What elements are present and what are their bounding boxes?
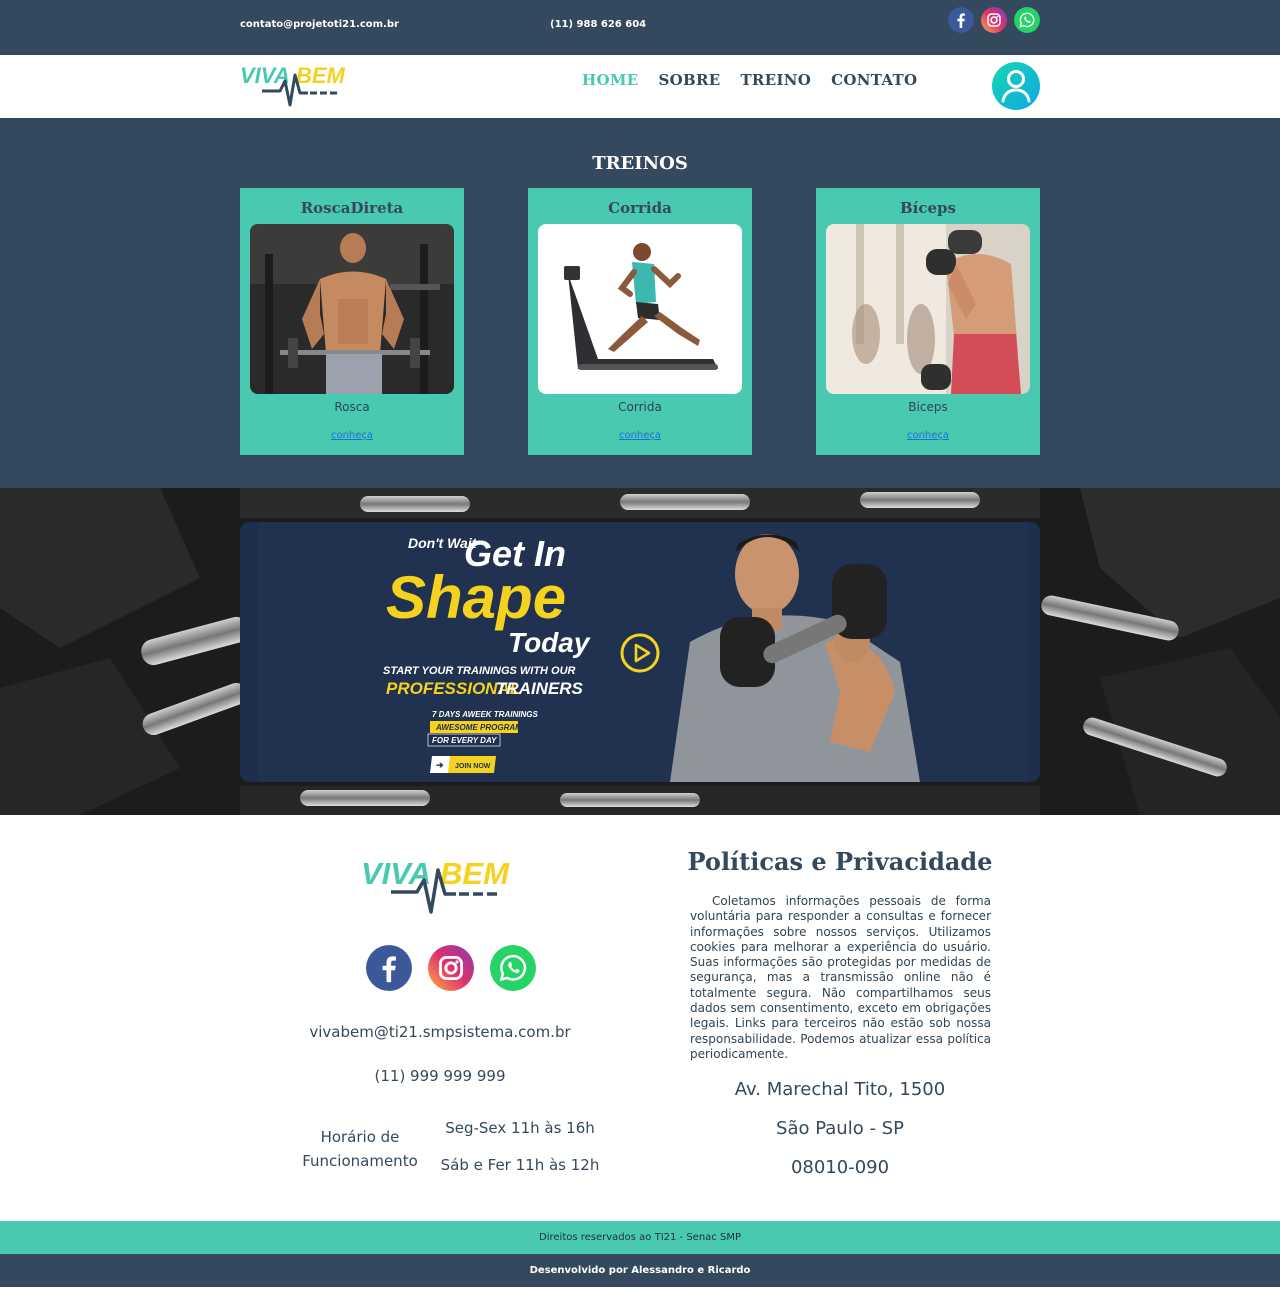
main-nav: HOME SOBRE TREINO CONTATO	[582, 71, 917, 89]
footer-logo[interactable]: VIVA BEM	[361, 852, 517, 918]
card-link[interactable]: conheça	[528, 430, 752, 441]
address-city: São Paulo - SP	[776, 1118, 904, 1139]
treinos-title: TREINOS	[592, 153, 688, 174]
logo-text-bem: BEM	[440, 856, 510, 891]
nav-contato[interactable]: CONTATO	[831, 71, 917, 89]
corrida-image	[538, 224, 742, 394]
treino-card-corrida[interactable]: Corrida Corrida conheça	[528, 188, 752, 455]
hours-weekend: Sáb e Fer 11h às 12h	[440, 1156, 600, 1174]
address-street: Av. Marechal Tito, 1500	[734, 1079, 946, 1100]
top-bar: contato@projetoti21.com.br (11) 988 626 …	[0, 0, 1280, 55]
facebook-icon[interactable]	[948, 7, 974, 33]
contact-phone: (11) 988 626 604	[550, 19, 647, 30]
policy-title: Políticas e Privacidade	[687, 847, 993, 876]
logo-text-bem: BEM	[296, 63, 346, 88]
card-caption: Biceps	[908, 400, 948, 414]
svg-text:➔: ➔	[436, 760, 444, 770]
treino-card-rosca[interactable]: RoscaDireta Rosca conheça	[240, 188, 464, 455]
promo-tag3: FOR EVERY DAY	[432, 736, 497, 745]
nav-sobre[interactable]: SOBRE	[658, 71, 720, 89]
footer-social-links	[366, 945, 536, 991]
copyright-bar: Direitos reservados ao TI21 - Senac SMP	[0, 1221, 1280, 1254]
promo-shape: Shape	[386, 564, 566, 631]
nav-treino[interactable]: TREINO	[740, 71, 811, 89]
site-footer: VIVA BEM vivabem@ti21.smpsistema.com.br …	[0, 815, 1280, 1221]
promo-tag1: 7 DAYS AWEEK TRAININGS	[432, 710, 538, 719]
top-social-links	[948, 7, 1040, 33]
join-now-button[interactable]: JOIN NOW	[455, 763, 491, 770]
whatsapp-icon[interactable]	[490, 945, 536, 991]
contact-email[interactable]: contato@projetoti21.com.br	[240, 19, 399, 30]
biceps-image	[826, 224, 1030, 394]
card-caption: Corrida	[618, 400, 662, 414]
main-header: VIVA BEM HOME SOBRE TREINO CONTATO	[0, 55, 1280, 118]
developer-credit-bar: Desenvolvido por Alessandro e Ricardo	[0, 1254, 1280, 1287]
address-cep: 08010-090	[790, 1157, 890, 1178]
whatsapp-icon[interactable]	[1014, 7, 1040, 33]
card-title: RoscaDireta	[300, 199, 404, 217]
hours-label: Horário de Funcionamento	[302, 1128, 418, 1170]
nav-home[interactable]: HOME	[582, 71, 638, 89]
footer-email[interactable]: vivabem@ti21.smpsistema.com.br	[280, 1023, 600, 1041]
promo-card[interactable]: Don't Wait Get In Shape Today START YOUR…	[240, 522, 1040, 782]
instagram-icon[interactable]	[428, 945, 474, 991]
play-icon[interactable]	[620, 633, 660, 673]
facebook-icon[interactable]	[366, 945, 412, 991]
promo-banner-section: Don't Wait Get In Shape Today START YOUR…	[0, 488, 1280, 815]
promo-sub1: START YOUR TRAININGS WITH OUR	[383, 665, 576, 677]
policy-text: Coletamos informações pessoais de forma …	[690, 894, 991, 1061]
footer-phone: (11) 999 999 999	[374, 1067, 506, 1085]
promo-today: Today	[508, 627, 591, 658]
treinos-section: TREINOS RoscaDireta Rosca conheça Corrid…	[0, 118, 1280, 488]
rosca-image	[250, 224, 454, 394]
card-link[interactable]: conheça	[816, 430, 1040, 441]
promo-tag2: AWESOME PROGRAMS	[435, 723, 528, 732]
vivabem-logo[interactable]: VIVA BEM	[240, 61, 352, 111]
hours-weekdays: Seg-Sex 11h às 16h	[445, 1119, 595, 1137]
user-icon[interactable]	[992, 62, 1040, 110]
treino-cards: RoscaDireta Rosca conheça Corrida Corrid…	[240, 188, 1040, 455]
card-link[interactable]: conheça	[240, 430, 464, 441]
card-title: Bíceps	[900, 199, 956, 217]
instagram-icon[interactable]	[981, 7, 1007, 33]
treino-card-biceps[interactable]: Bíceps Biceps conheça	[816, 188, 1040, 455]
card-title: Corrida	[608, 199, 672, 217]
promo-sub2b: TRAINERS	[496, 679, 584, 698]
card-caption: Rosca	[334, 400, 370, 414]
